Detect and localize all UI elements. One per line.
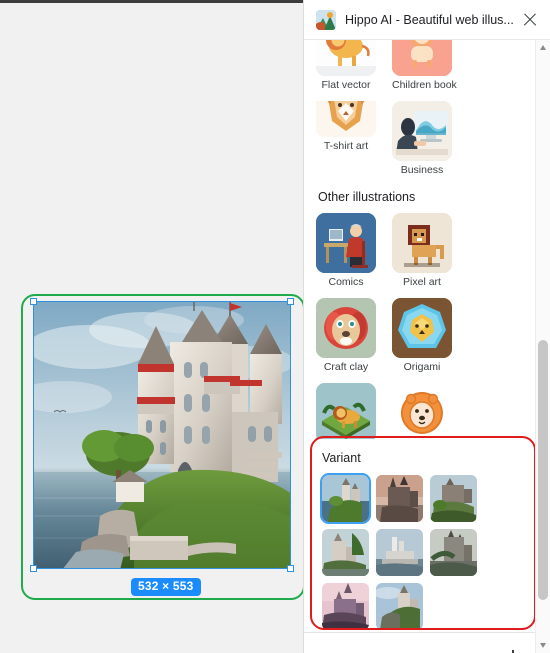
- canvas-area[interactable]: 532 × 553: [0, 3, 305, 653]
- illustration-label: Craft clay: [323, 361, 369, 373]
- panel-header: Hippo AI - Beautiful web illus...: [304, 0, 550, 40]
- illustration-label: Comics: [328, 276, 364, 288]
- tshirt-art-art: [316, 101, 376, 137]
- scrollbar-thumb[interactable]: [538, 340, 548, 600]
- comics-thumbnail: [316, 213, 376, 273]
- illustration-tile-craft-clay[interactable]: Craft clay: [316, 298, 376, 373]
- origami-art: [392, 298, 452, 358]
- pixel-art-thumbnail: [392, 213, 452, 273]
- comics-art: [316, 213, 376, 273]
- styles-grid: Flat vector Children book T-shirt art Bu…: [316, 40, 524, 176]
- castle-image-svg: [34, 302, 290, 568]
- variant-art-8: [376, 583, 423, 630]
- business-thumbnail: [392, 101, 452, 161]
- style-label: Children book: [392, 79, 457, 91]
- illustration-tile-origami[interactable]: Origami: [392, 298, 452, 373]
- business-art: [392, 101, 452, 161]
- resize-handle-top-left[interactable]: [30, 298, 37, 305]
- variant-grid: [312, 473, 534, 630]
- pixel-art-art: [392, 213, 452, 273]
- craft-clay-art: [316, 298, 376, 358]
- close-icon[interactable]: [519, 9, 541, 31]
- other-illustrations-section: Other illustrations Comics Pixel art Cra…: [304, 190, 536, 458]
- children-book-art: [392, 40, 452, 76]
- hippo-ai-panel: Hippo AI - Beautiful web illus... Flat v…: [303, 0, 550, 653]
- panel-scroll-body: Flat vector Children book T-shirt art Bu…: [304, 40, 536, 653]
- style-label: Business: [400, 164, 444, 176]
- variant-title: Variant: [322, 451, 361, 465]
- variant-thumb-4[interactable]: [322, 529, 369, 576]
- sticker-thumbnail: [392, 383, 452, 443]
- resize-handle-top-right[interactable]: [287, 298, 294, 305]
- children-book-thumbnail: [392, 40, 452, 76]
- selected-image-frame[interactable]: [30, 298, 294, 572]
- flat-vector-thumbnail: [316, 40, 376, 76]
- variant-art-6: [430, 529, 477, 576]
- app-icon-art: [316, 9, 336, 30]
- variant-thumb-7[interactable]: [322, 583, 369, 630]
- panel-title: Hippo AI - Beautiful web illus...: [345, 12, 514, 27]
- variant-art-2: [376, 475, 423, 522]
- variant-thumb-1[interactable]: [320, 473, 371, 524]
- resize-handle-bottom-left[interactable]: [30, 565, 37, 572]
- illustration-tile-pixel-art[interactable]: Pixel art: [392, 213, 452, 288]
- style-tile-business[interactable]: Business: [392, 101, 452, 176]
- other-illustrations-title: Other illustrations: [318, 190, 416, 204]
- variant-art-5: [376, 529, 423, 576]
- tshirt-art-thumbnail: [316, 101, 376, 137]
- variant-thumb-6[interactable]: [430, 529, 477, 576]
- variant-art-3: [430, 475, 477, 522]
- hippo-ai-app-icon: [316, 9, 336, 30]
- variant-art-7: [322, 583, 369, 630]
- castle-illustration: [34, 302, 290, 568]
- isometric-art: [316, 383, 376, 443]
- craft-clay-thumbnail: [316, 298, 376, 358]
- style-tile-flat-vector[interactable]: Flat vector: [316, 40, 376, 91]
- variant-card: Variant: [312, 439, 534, 653]
- scroll-down-arrow-icon[interactable]: [536, 638, 550, 653]
- modifications-section[interactable]: Modifications: [304, 632, 536, 653]
- variant-thumb-2[interactable]: [376, 475, 423, 522]
- styles-section: Flat vector Children book T-shirt art Bu…: [304, 40, 536, 176]
- variant-thumb-5[interactable]: [376, 529, 423, 576]
- variant-art-1: [322, 475, 369, 522]
- flat-vector-art: [316, 40, 376, 76]
- isometric-thumbnail: [316, 383, 376, 443]
- variant-thumb-8[interactable]: [376, 583, 423, 630]
- scroll-up-arrow-icon[interactable]: [536, 40, 550, 55]
- sticker-art: [392, 383, 452, 443]
- origami-thumbnail: [392, 298, 452, 358]
- style-tile-tshirt-art[interactable]: T-shirt art: [316, 101, 376, 176]
- illustration-label: Origami: [403, 361, 441, 373]
- panel-scrollbar[interactable]: [535, 40, 550, 653]
- style-tile-children-book[interactable]: Children book: [392, 40, 457, 91]
- selection-size-badge: 532 × 553: [131, 578, 201, 596]
- variant-art-4: [322, 529, 369, 576]
- illustration-tile-comics[interactable]: Comics: [316, 213, 376, 288]
- style-label: T-shirt art: [323, 140, 369, 152]
- illustration-label: Pixel art: [403, 276, 441, 288]
- app-root: 532 × 553 Hippo AI - Beautiful web illus…: [0, 0, 550, 653]
- other-illustrations-grid: Comics Pixel art Craft clay Origami: [316, 213, 524, 458]
- add-modification-icon[interactable]: [504, 649, 522, 653]
- resize-handle-bottom-right[interactable]: [287, 565, 294, 572]
- style-label: Flat vector: [321, 79, 371, 91]
- variant-thumb-3[interactable]: [430, 475, 477, 522]
